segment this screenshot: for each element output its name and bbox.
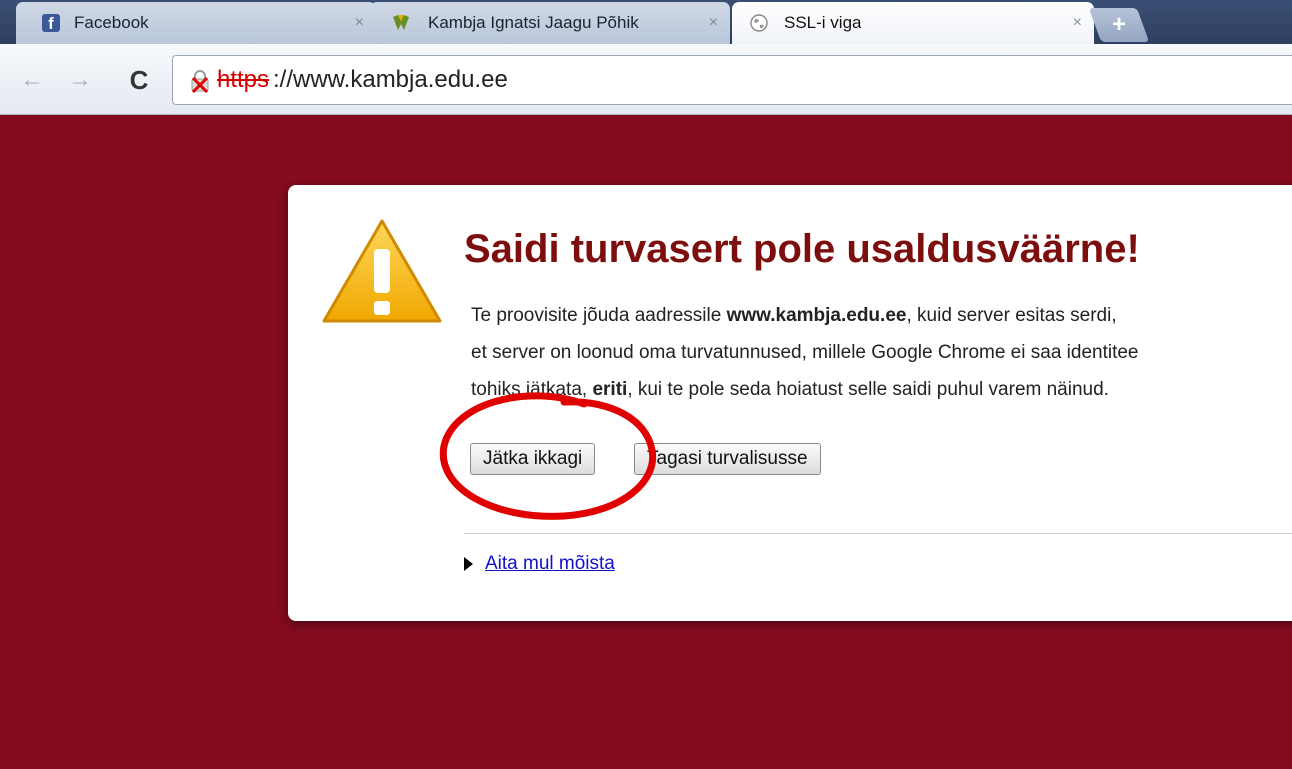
close-icon[interactable]: × [355, 14, 364, 32]
warning-description: Te proovisite jõuda aadressile www.kambj… [471, 297, 1292, 408]
facebook-icon: f [42, 14, 60, 33]
back-to-safety-button[interactable]: Tagasi turvalisusse [634, 443, 821, 475]
toolbar: ← → C https ://www.kambja.edu.ee [0, 44, 1292, 115]
plus-icon: + [1111, 11, 1126, 38]
tab-title: Kambja Ignatsi Jaagu Põhik [428, 13, 639, 32]
broken-lock-icon [191, 70, 209, 93]
disclosure-triangle-icon [464, 557, 473, 571]
url-scheme: https [217, 66, 270, 93]
reload-icon: C [129, 64, 149, 95]
divider [464, 533, 1292, 534]
help-link[interactable]: Aita mul mõista [485, 553, 615, 575]
description-line-2: et server on loonud oma turvatunnused, m… [471, 342, 1139, 363]
proceed-anyway-button[interactable]: Jätka ikkagi [470, 443, 596, 475]
help-expander[interactable]: Aita mul mõista [464, 553, 615, 575]
tab-ssl-error[interactable]: SSL-i viga × [732, 2, 1094, 44]
reload-button[interactable]: C [125, 64, 153, 95]
ssl-error-page: Saidi turvasert pole usaldusväärne! Te p… [0, 115, 1292, 769]
description-line-1: Te proovisite jõuda aadressile www.kambj… [471, 305, 1117, 326]
url-text: ://www.kambja.edu.ee [273, 66, 508, 93]
address-bar[interactable]: https ://www.kambja.edu.ee [172, 55, 1292, 105]
kambja-crest-icon [393, 15, 409, 30]
new-tab-button[interactable]: + [1088, 8, 1150, 42]
close-icon[interactable]: × [709, 14, 718, 32]
site-host: www.kambja.edu.ee [726, 305, 907, 326]
tab-strip: f Facebook × Kambja Ignatsi Jaagu Põhik … [0, 0, 1292, 44]
description-line-3: tohiks jätkata, eriti, kui te pole seda … [471, 379, 1109, 400]
arrow-right-icon: → [68, 66, 92, 93]
tab-title: Facebook [74, 13, 149, 32]
tab-facebook[interactable]: f Facebook × [16, 2, 376, 44]
globe-icon [750, 14, 768, 32]
arrow-left-icon: ← [20, 66, 44, 93]
page-title: Saidi turvasert pole usaldusväärne! [464, 227, 1140, 271]
back-button[interactable]: ← [18, 66, 46, 94]
tab-kambja[interactable]: Kambja Ignatsi Jaagu Põhik × [370, 2, 730, 44]
close-icon[interactable]: × [1073, 14, 1082, 32]
warning-icon [322, 219, 442, 323]
warning-card: Saidi turvasert pole usaldusväärne! Te p… [288, 185, 1292, 621]
forward-button[interactable]: → [66, 66, 94, 94]
tab-title: SSL-i viga [784, 13, 862, 32]
